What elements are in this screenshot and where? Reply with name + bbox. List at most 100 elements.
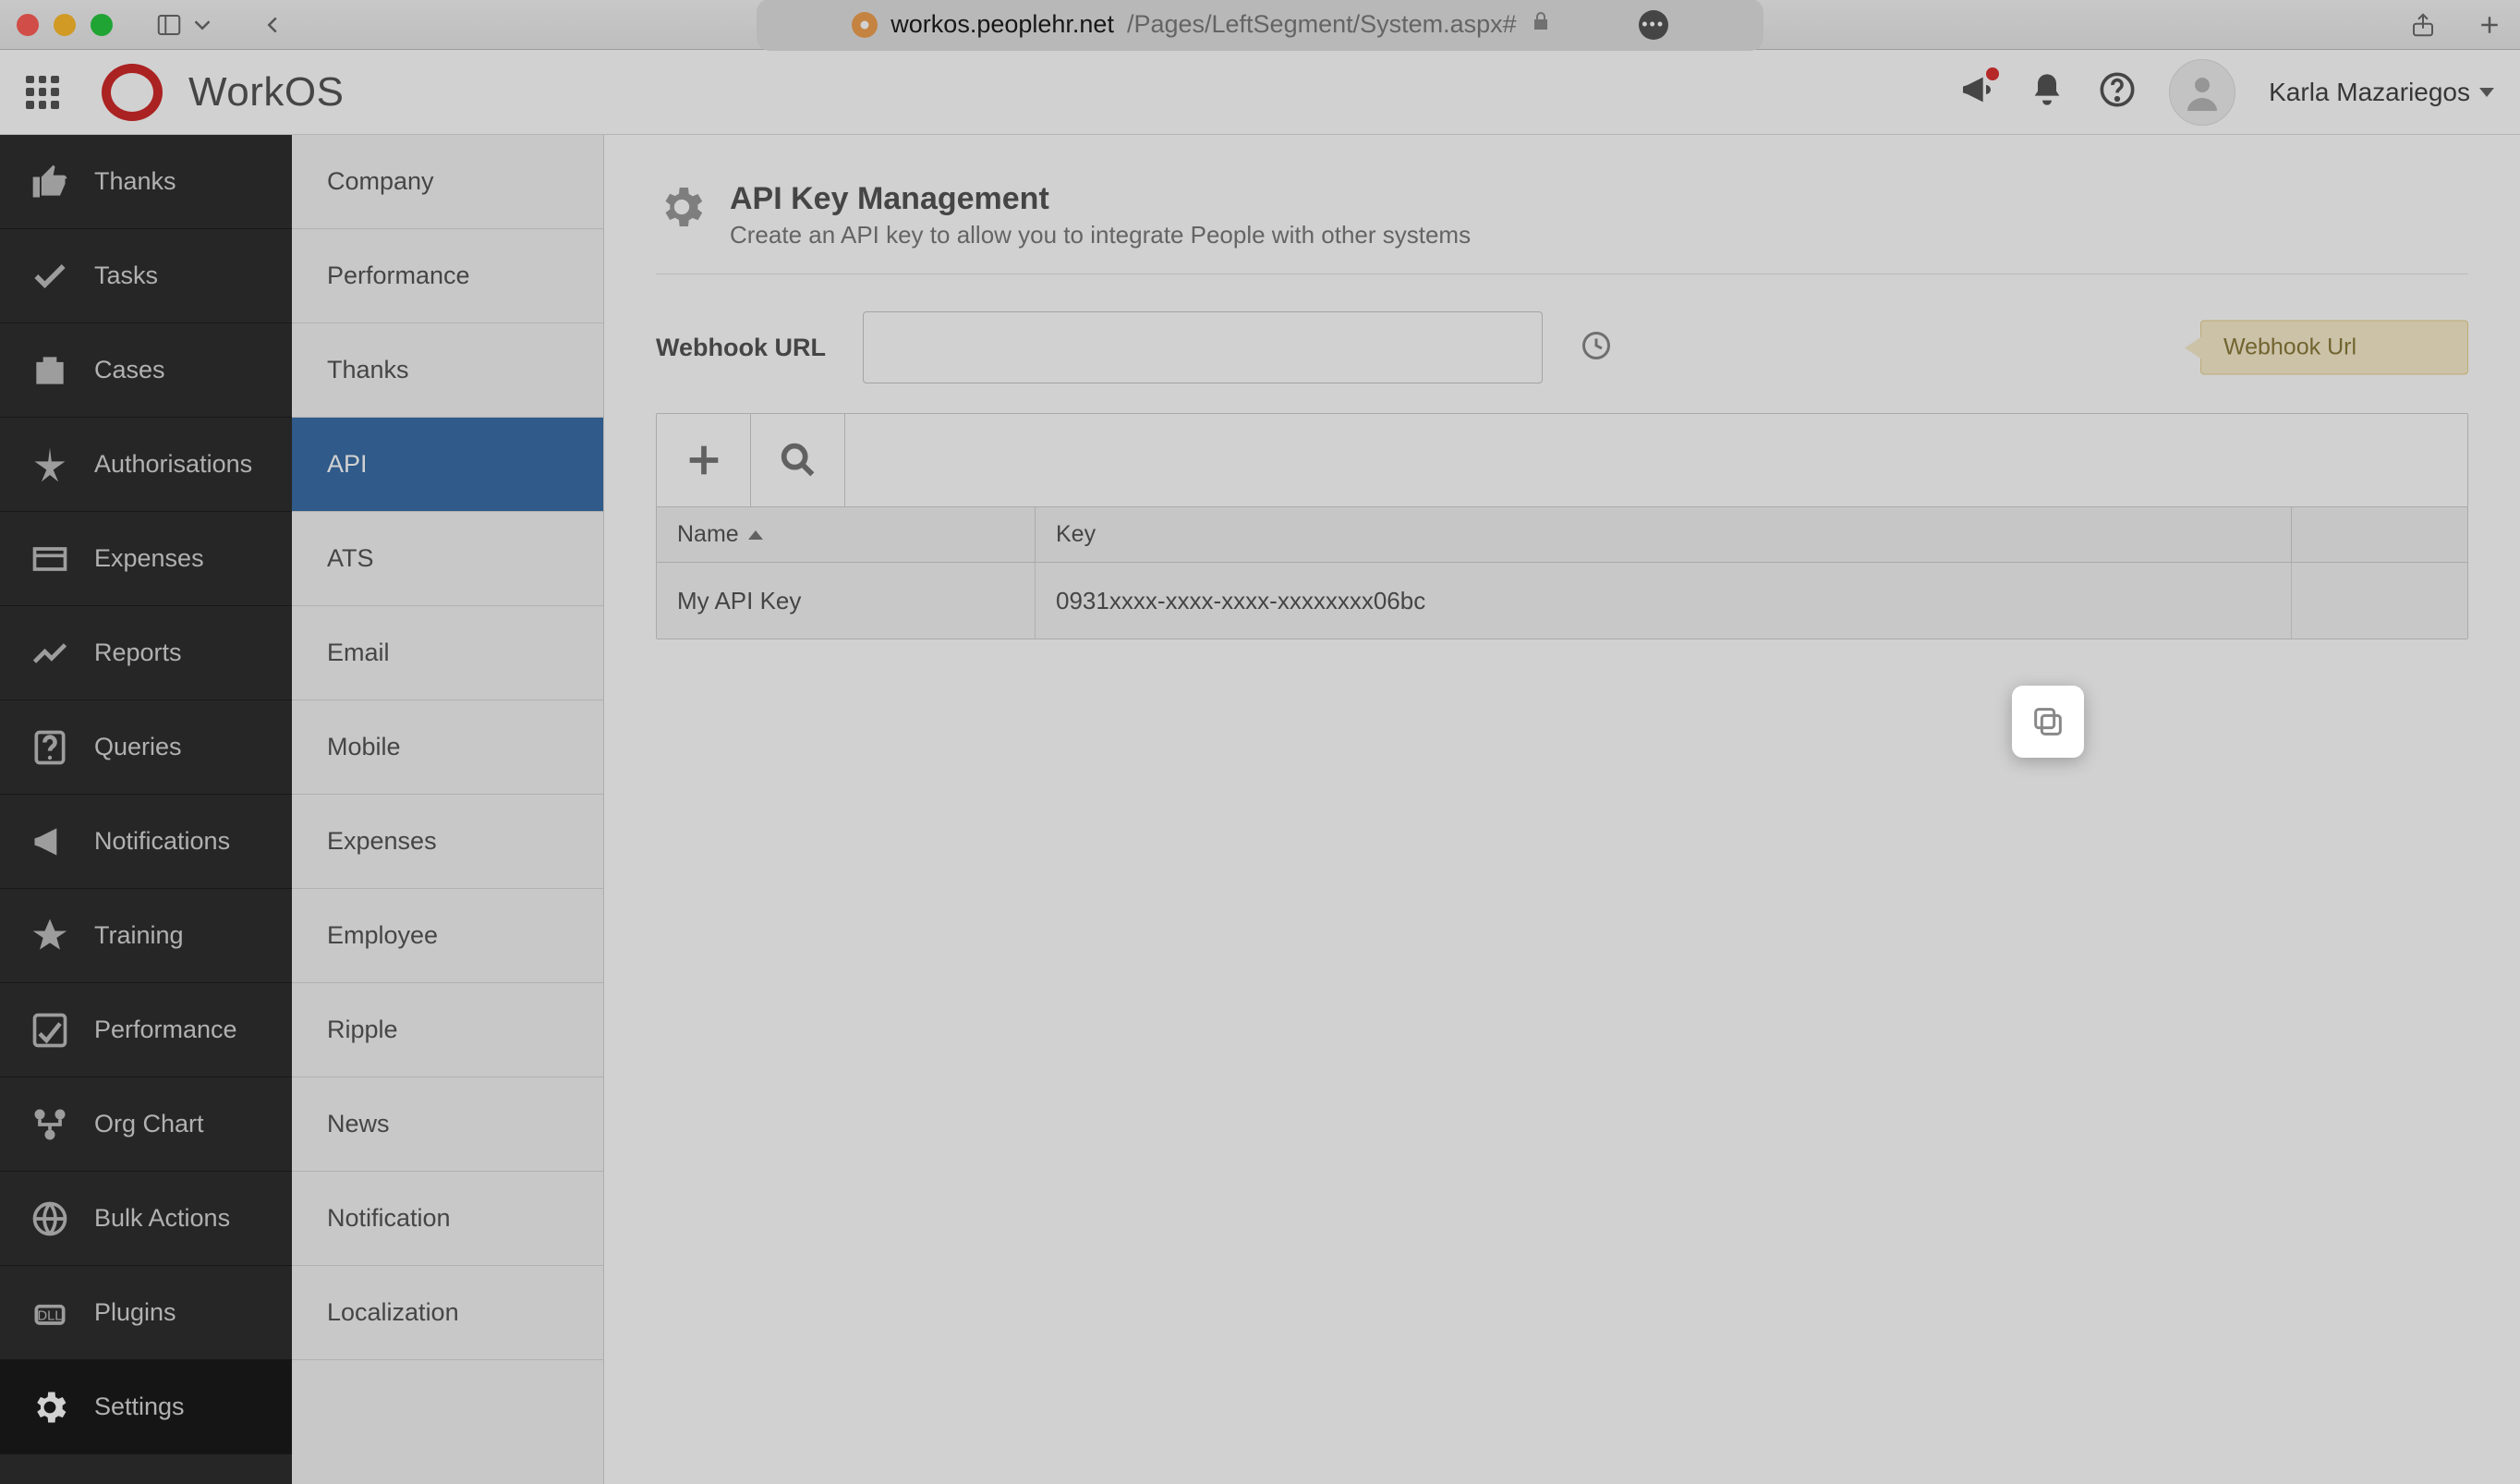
settings-tab-thanks[interactable]: Thanks — [292, 323, 603, 418]
settings-tab-label: Expenses — [327, 827, 437, 856]
sidebar-item-label: Authorisations — [94, 450, 252, 479]
sidebar-item-expenses[interactable]: Expenses — [0, 512, 292, 606]
sidebar-item-label: Tasks — [94, 262, 158, 290]
sidebar-item-reports[interactable]: Reports — [0, 606, 292, 700]
table-row[interactable]: My API Key 0931xxxx-xxxx-xxxx-xxxxxxxx06… — [657, 563, 2467, 639]
sidebar-secondary: Company Performance Thanks APIATSEmail Mobil… — [292, 135, 604, 1484]
sidebar-item-label: Bulk Actions — [94, 1204, 230, 1233]
settings-tab-news[interactable]: News — [292, 1077, 603, 1172]
help-icon[interactable] — [2099, 71, 2136, 113]
tasks-icon — [28, 256, 72, 297]
settings-tab-notification[interactable]: Notification — [292, 1172, 603, 1266]
add-button[interactable] — [657, 414, 751, 506]
settings-tab-ats[interactable]: ATS — [292, 512, 603, 606]
sidebar-item-label: Notifications — [94, 827, 230, 856]
settings-tab-label: Performance — [327, 262, 470, 290]
gear-icon — [656, 181, 708, 233]
sidebar-item-training[interactable]: Training — [0, 889, 292, 983]
orgchart-icon — [28, 1104, 72, 1145]
settings-tab-employee[interactable]: Employee — [292, 889, 603, 983]
settings-tab-localization[interactable]: Localization — [292, 1266, 603, 1360]
svg-text:DLL: DLL — [38, 1308, 63, 1323]
settings-tab-email[interactable]: Email — [292, 606, 603, 700]
sidebar-toggle-icon[interactable] — [155, 11, 183, 39]
share-icon[interactable] — [2409, 11, 2437, 39]
settings-tab-label: Notification — [327, 1204, 451, 1233]
address-bar[interactable]: workos.peoplehr.net/Pages/LeftSegment/Sy… — [757, 0, 1763, 51]
webhook-url-input[interactable] — [863, 311, 1543, 383]
settings-tab-ripple[interactable]: Ripple — [292, 983, 603, 1077]
sidebar-item-label: Settings — [94, 1393, 185, 1421]
apps-menu-icon[interactable] — [26, 76, 59, 109]
user-menu[interactable]: Karla Mazariegos — [2269, 78, 2494, 107]
performance-icon — [28, 1010, 72, 1051]
page-title: API Key Management — [730, 181, 1471, 217]
window-controls — [17, 14, 113, 36]
avatar[interactable] — [2169, 59, 2235, 126]
browser-chrome: workos.peoplehr.net/Pages/LeftSegment/Sy… — [0, 0, 2520, 50]
authorisations-icon — [28, 444, 72, 485]
url-path: /Pages/LeftSegment/System.aspx# — [1127, 10, 1517, 39]
settings-tab-label: Localization — [327, 1298, 459, 1327]
brand-logo-icon — [98, 60, 176, 125]
sidebar-item-settings[interactable]: Settings — [0, 1360, 292, 1454]
app-header: WorkOS Karla Mazariegos — [0, 50, 2520, 135]
sidebar-item-tasks[interactable]: Tasks — [0, 229, 292, 323]
sidebar-item-cases[interactable]: Cases — [0, 323, 292, 418]
user-name-label: Karla Mazariegos — [2269, 78, 2470, 107]
reports-icon — [28, 633, 72, 674]
api-key-grid: Name Key My API Key 0931xxxx-xxxx-xxxx-x… — [656, 413, 2468, 639]
caret-down-icon — [2479, 88, 2494, 97]
sidebar-item-bulkactions[interactable]: Bulk Actions — [0, 1172, 292, 1266]
cell-name: My API Key — [657, 563, 1036, 639]
settings-tab-label: Company — [327, 167, 434, 196]
sidebar-primary: Thanks Tasks Cases Authorisations ExpensesRe… — [0, 135, 292, 1484]
sidebar-item-label: Thanks — [94, 167, 176, 196]
site-menu-icon[interactable]: ••• — [1639, 10, 1668, 40]
window-minimize[interactable] — [54, 14, 76, 36]
sidebar-item-notifications[interactable]: Notifications — [0, 795, 292, 889]
plugins-icon: DLL — [28, 1293, 72, 1333]
settings-tab-label: Employee — [327, 921, 438, 950]
sidebar-item-label: Plugins — [94, 1298, 176, 1327]
thanks-icon — [28, 162, 72, 202]
settings-tab-performance[interactable]: Performance — [292, 229, 603, 323]
settings-tab-label: Mobile — [327, 733, 401, 761]
sidebar-item-label: Performance — [94, 1016, 237, 1044]
settings-tab-label: News — [327, 1110, 390, 1138]
settings-tab-mobile[interactable]: Mobile — [292, 700, 603, 795]
webhook-label: Webhook URL — [656, 334, 826, 362]
new-tab-icon[interactable] — [2476, 11, 2503, 39]
bell-icon[interactable] — [2029, 71, 2066, 113]
notification-badge — [1986, 67, 1999, 80]
cases-icon — [28, 350, 72, 391]
queries-icon — [28, 727, 72, 768]
webhook-tooltip: Webhook Url — [2200, 321, 2468, 375]
chevron-down-icon[interactable] — [188, 11, 216, 39]
brand[interactable]: WorkOS — [98, 60, 344, 125]
sidebar-item-authorisations[interactable]: Authorisations — [0, 418, 292, 512]
column-header-name[interactable]: Name — [657, 507, 1036, 562]
settings-tab-label: Thanks — [327, 356, 409, 384]
sidebar-item-thanks[interactable]: Thanks — [0, 135, 292, 229]
sidebar-item-orgchart[interactable]: Org Chart — [0, 1077, 292, 1172]
column-header-key[interactable]: Key — [1036, 507, 2292, 562]
search-button[interactable] — [751, 414, 845, 506]
browser-back-icon[interactable] — [259, 11, 286, 39]
settings-tab-company[interactable]: Company — [292, 135, 603, 229]
sidebar-item-label: Training — [94, 921, 184, 950]
sidebar-item-performance[interactable]: Performance — [0, 983, 292, 1077]
sidebar-item-plugins[interactable]: DLL Plugins — [0, 1266, 292, 1360]
window-close[interactable] — [17, 14, 39, 36]
settings-tab-expenses[interactable]: Expenses — [292, 795, 603, 889]
settings-icon — [28, 1387, 72, 1428]
main-content: API Key Management Create an API key to … — [604, 135, 2520, 1484]
copy-key-button[interactable] — [2012, 686, 2084, 758]
expenses-icon — [28, 539, 72, 579]
window-zoom[interactable] — [91, 14, 113, 36]
history-icon[interactable] — [1580, 329, 1613, 367]
sidebar-item-queries[interactable]: Queries — [0, 700, 292, 795]
announcements-icon[interactable] — [1958, 71, 1995, 113]
settings-tab-api[interactable]: API — [292, 418, 603, 512]
sidebar-item-label: Queries — [94, 733, 182, 761]
